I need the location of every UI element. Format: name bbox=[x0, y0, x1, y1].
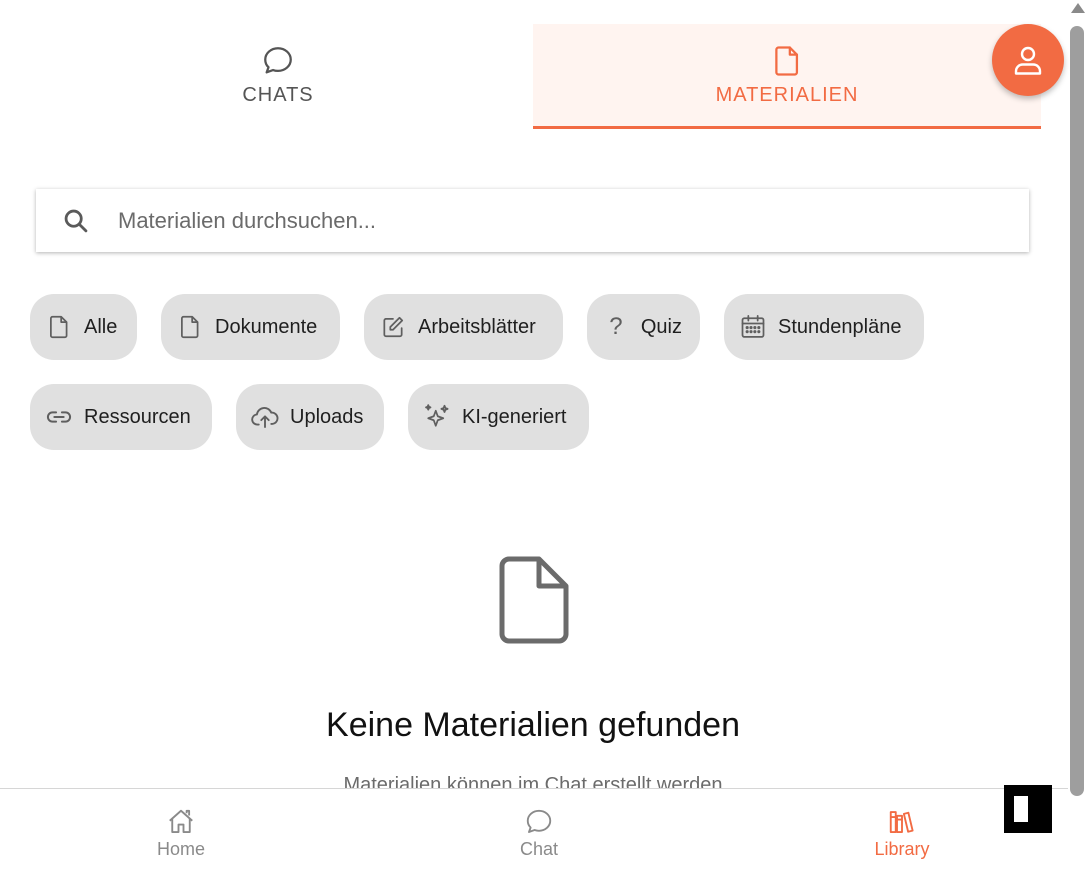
empty-file-icon bbox=[499, 556, 569, 644]
empty-state-title: Keine Materialien gefunden bbox=[326, 706, 740, 744]
library-books-icon bbox=[889, 811, 914, 833]
filter-chip-label: Uploads bbox=[290, 405, 364, 428]
filter-chip-label: KI-generiert bbox=[462, 405, 567, 428]
calendar-icon bbox=[724, 313, 778, 341]
scrollbar-thumb[interactable] bbox=[1070, 26, 1084, 796]
vertical-scrollbar[interactable] bbox=[1068, 0, 1088, 878]
filter-chip-all[interactable]: Alle bbox=[30, 294, 137, 360]
file-icon bbox=[30, 314, 84, 340]
filter-chip-label: Dokumente bbox=[215, 315, 318, 338]
nav-chat[interactable]: Chat bbox=[479, 807, 599, 860]
filter-chip-worksheets[interactable]: Arbeitsblätter bbox=[364, 294, 563, 360]
nav-home[interactable]: Home bbox=[121, 807, 241, 860]
filter-chip-documents[interactable]: Dokumente bbox=[161, 294, 340, 360]
nav-chat-label: Chat bbox=[519, 839, 559, 859]
link-icon bbox=[30, 403, 84, 431]
tab-chats[interactable]: CHATS bbox=[24, 24, 532, 129]
filter-chip-ai-generated[interactable]: KI-generiert bbox=[408, 384, 589, 450]
tab-materials-label: MATERIALIEN bbox=[715, 84, 859, 106]
user-icon bbox=[1014, 46, 1042, 75]
filter-chip-label: Arbeitsblätter bbox=[418, 315, 536, 338]
filter-chip-label: Stundenpläne bbox=[778, 315, 902, 338]
filter-chip-label: Ressourcen bbox=[84, 405, 191, 428]
bottom-navigation: Home Chat Library bbox=[0, 788, 1068, 878]
widget-bar-icon bbox=[1014, 796, 1028, 822]
search-bar bbox=[36, 189, 1029, 252]
tab-materials[interactable]: MATERIALIEN bbox=[533, 24, 1041, 129]
tab-chats-label: CHATS bbox=[242, 84, 314, 106]
cloud-upload-icon bbox=[236, 402, 290, 432]
nav-library-label: Library bbox=[874, 839, 930, 859]
nav-library[interactable]: Library bbox=[842, 807, 962, 860]
filter-chip-label: Alle bbox=[84, 315, 118, 338]
floating-widget-button[interactable] bbox=[1004, 785, 1052, 833]
filter-chip-lesson-plans[interactable]: Stundenpläne bbox=[724, 294, 924, 360]
filter-chip-resources[interactable]: Ressourcen bbox=[30, 384, 212, 450]
file-icon bbox=[775, 46, 799, 76]
question-icon: ? bbox=[609, 313, 623, 340]
profile-avatar-button[interactable] bbox=[992, 24, 1064, 96]
sparkles-icon bbox=[408, 402, 462, 432]
edit-icon bbox=[364, 314, 418, 340]
home-icon bbox=[169, 809, 193, 833]
filter-chip-uploads[interactable]: Uploads bbox=[236, 384, 384, 450]
search-input[interactable] bbox=[118, 207, 998, 234]
chat-bubble-icon bbox=[264, 47, 292, 74]
filter-chip-label: Quiz bbox=[640, 315, 682, 338]
search-icon bbox=[36, 207, 114, 235]
file-icon bbox=[161, 314, 215, 340]
scroll-up-arrow-icon[interactable] bbox=[1071, 3, 1085, 13]
filter-chip-quiz[interactable]: ? Quiz bbox=[587, 294, 700, 360]
chat-bubble-icon bbox=[526, 809, 552, 833]
nav-home-label: Home bbox=[156, 839, 205, 859]
